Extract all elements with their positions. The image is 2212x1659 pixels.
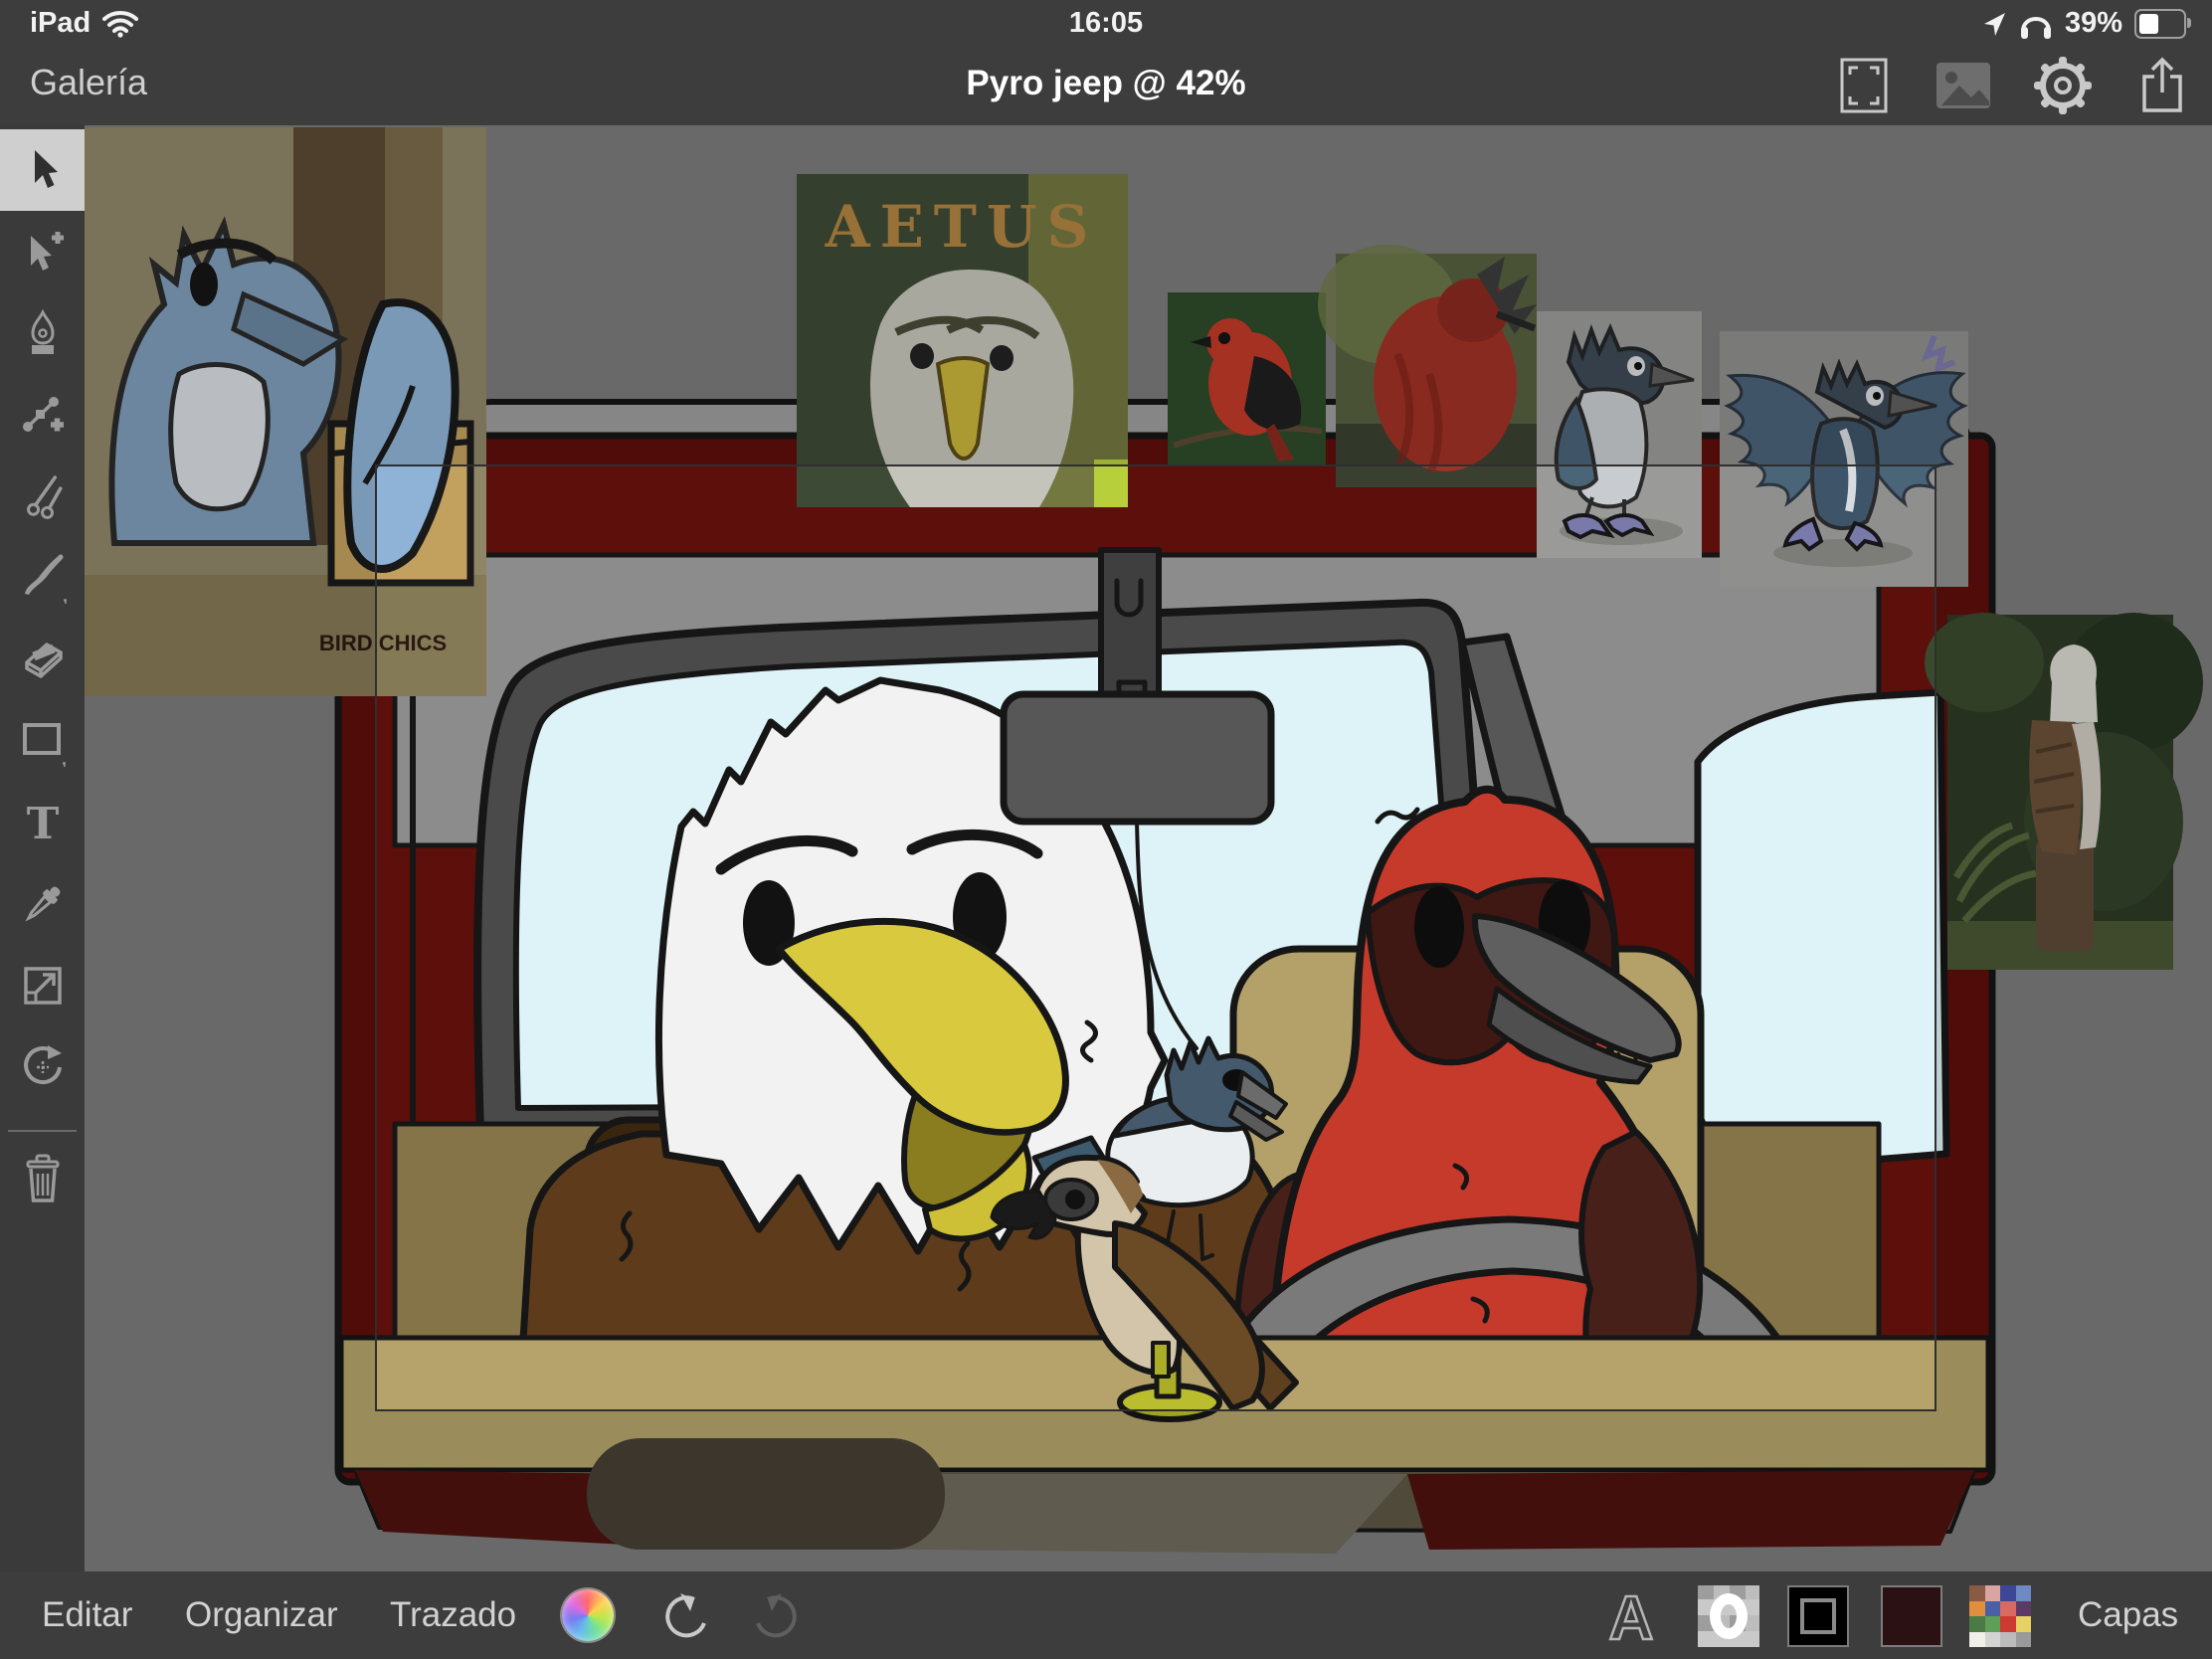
tab-organizar[interactable]: Organizar xyxy=(185,1595,338,1635)
tool-select[interactable] xyxy=(0,129,85,211)
palette-color-cell[interactable] xyxy=(2000,1632,2016,1648)
palette-color-cell[interactable] xyxy=(1985,1585,2001,1601)
tool-scale[interactable] xyxy=(0,945,85,1026)
palette-color-cell[interactable] xyxy=(1985,1632,2001,1648)
palette-color-cell[interactable] xyxy=(2016,1632,2032,1648)
pen-icon xyxy=(19,309,67,357)
driver-eye xyxy=(1414,886,1464,968)
brush-icon: , xyxy=(17,552,69,604)
scale-icon xyxy=(19,962,67,1010)
current-color-swatch[interactable] xyxy=(1881,1585,1942,1647)
top-bars: iPad 16:05 39% xyxy=(0,0,2212,125)
rectangle-icon: , xyxy=(17,715,69,767)
drawing-canvas[interactable]: BIRD CHICS AETUS xyxy=(85,125,2212,1571)
tool-text[interactable]: T xyxy=(0,782,85,863)
redo-button[interactable] xyxy=(752,1587,808,1643)
battery-percent: 39% xyxy=(2065,7,2122,40)
side-window-glass xyxy=(1698,692,1946,1168)
palette-color-cell[interactable] xyxy=(1985,1616,2001,1632)
clock: 16:05 xyxy=(0,7,2212,40)
gear-button[interactable] xyxy=(2031,54,2095,117)
stroke-swatch[interactable] xyxy=(1787,1585,1849,1647)
color-wheel-icon[interactable] xyxy=(562,1589,614,1641)
svg-text:A: A xyxy=(1609,1584,1654,1649)
node-plus-icon xyxy=(19,391,67,439)
fill-swatch[interactable] xyxy=(1698,1585,1759,1647)
svg-text:,: , xyxy=(62,749,67,767)
tool-eyedropper[interactable] xyxy=(0,863,85,945)
share-button[interactable] xyxy=(2130,54,2194,117)
rotate-icon xyxy=(18,1042,68,1092)
photo-button[interactable] xyxy=(1932,54,1995,117)
eyedropper-icon xyxy=(19,880,67,928)
toolbar-divider xyxy=(8,1130,77,1132)
text-tool-icon: T xyxy=(19,799,67,846)
tab-trazado[interactable]: Trazado xyxy=(390,1595,516,1635)
palette-color-cell[interactable] xyxy=(1969,1601,1985,1617)
tool-trash[interactable] xyxy=(0,1138,85,1219)
palette-color-cell[interactable] xyxy=(2016,1585,2032,1601)
layers-button[interactable]: Capas xyxy=(2078,1595,2178,1635)
battery-icon xyxy=(2134,9,2186,39)
headphones-icon xyxy=(2019,9,2053,39)
palette-color-cell[interactable] xyxy=(1969,1616,1985,1632)
tool-node-add[interactable] xyxy=(0,374,85,456)
tool-sidebar: , , T xyxy=(0,125,85,1571)
palette-color-cell[interactable] xyxy=(1969,1632,1985,1648)
location-arrow-icon xyxy=(1981,11,2007,37)
font-button[interactable]: A xyxy=(1599,1583,1663,1649)
bottom-bar: Editar Organizar Trazado A Capas xyxy=(0,1571,2212,1659)
palette-color-cell[interactable] xyxy=(1985,1601,2001,1617)
fill-preview-donut xyxy=(1710,1593,1748,1639)
artboard-frame-button[interactable] xyxy=(1832,54,1896,117)
palette-color-cell[interactable] xyxy=(2000,1585,2016,1601)
tab-editar[interactable]: Editar xyxy=(42,1595,132,1635)
palette-color-cell[interactable] xyxy=(1969,1585,1985,1601)
trash-icon xyxy=(19,1153,67,1204)
svg-text:,: , xyxy=(63,586,68,604)
palette-color-cell[interactable] xyxy=(2000,1601,2016,1617)
tool-eraser[interactable] xyxy=(0,619,85,700)
title-bar: Galería Pyro jeep @ 42% xyxy=(0,44,2212,125)
palette-color-cell[interactable] xyxy=(2016,1616,2032,1632)
color-palette-grid[interactable] xyxy=(1969,1585,2031,1647)
eraser-icon xyxy=(18,635,68,684)
tool-scissors[interactable] xyxy=(0,456,85,537)
tool-brush[interactable]: , xyxy=(0,537,85,619)
palette-color-cell[interactable] xyxy=(2000,1616,2016,1632)
status-bar: iPad 16:05 39% xyxy=(0,0,2212,44)
tool-rotate[interactable] xyxy=(0,1026,85,1108)
palette-color-cell[interactable] xyxy=(2016,1601,2032,1617)
tool-pen[interactable] xyxy=(0,292,85,374)
vector-drawing-app: iPad 16:05 39% xyxy=(0,0,2212,1659)
svg-text:T: T xyxy=(26,799,59,846)
tool-rectangle[interactable]: , xyxy=(0,700,85,782)
direct-select-plus-icon xyxy=(19,228,67,276)
scissors-icon xyxy=(19,472,67,520)
tool-direct-select-add[interactable] xyxy=(0,211,85,292)
select-arrow-icon xyxy=(19,146,67,194)
undo-button[interactable] xyxy=(654,1587,710,1643)
stroke-preview xyxy=(1800,1598,1836,1634)
